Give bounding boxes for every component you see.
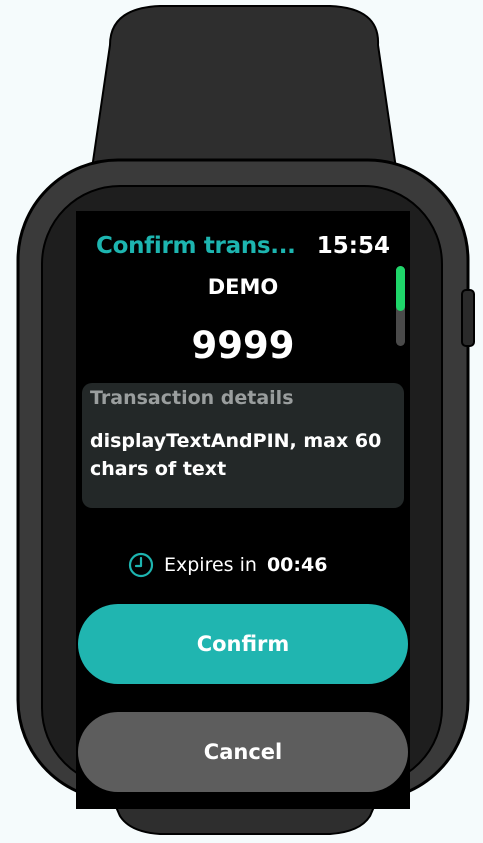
expiry-label: Expires in [164, 554, 257, 576]
details-text: displayTextAndPIN, max 60 chars of text [90, 430, 382, 480]
transaction-details-card: Transaction details displayTextAndPIN, m… [82, 383, 404, 508]
clock-icon [128, 552, 154, 578]
watch-crown [461, 289, 475, 347]
service-name: DEMO [207, 275, 279, 299]
confirm-button[interactable]: Confirm [78, 604, 408, 684]
watch-screen: Confirm trans... 15:54 DEMO 9999 Transac… [76, 211, 410, 809]
expiry-row: Expires in 00:46 [128, 552, 327, 578]
watch-band-top [88, 5, 400, 183]
screen-title: Confirm trans... [96, 233, 296, 259]
status-time: 15:54 [316, 233, 390, 259]
expiry-countdown: 00:46 [266, 554, 328, 576]
details-label: Transaction details [90, 387, 294, 409]
cancel-button[interactable]: Cancel [78, 712, 408, 792]
pin-code: 9999 [191, 324, 295, 367]
